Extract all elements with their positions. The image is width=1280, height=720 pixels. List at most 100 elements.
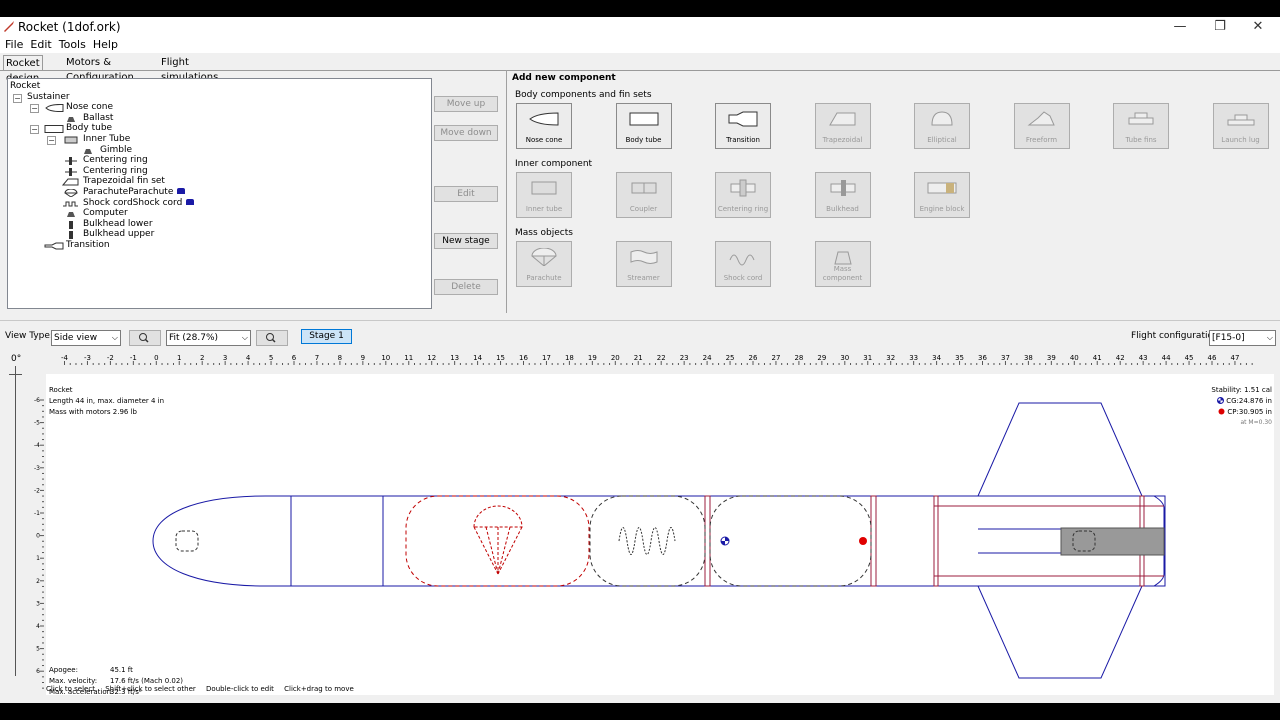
shock-cord-icon: [63, 201, 78, 207]
trapezoidal-icon: [828, 112, 855, 126]
add-streamer-button[interactable]: Streamer: [615, 241, 672, 287]
stage-1-button[interactable]: Stage 1: [301, 329, 352, 344]
menu-tools[interactable]: Tools: [57, 37, 88, 53]
flight-config-select[interactable]: [F15-0] ⌵: [1209, 330, 1276, 346]
tab-rocket-design[interactable]: Rocket design: [3, 55, 43, 84]
freeform-icon: [1027, 111, 1055, 126]
add-mass-component-button[interactable]: Mass component: [814, 241, 871, 287]
tree-node-label[interactable]: Trapezoidal fin set: [83, 176, 165, 187]
ring-icon: [65, 167, 77, 176]
new-stage-button[interactable]: New stage: [434, 233, 498, 249]
ruler-top-label: 20: [611, 354, 620, 362]
add-trapezoidal-button[interactable]: Trapezoidal: [814, 103, 871, 149]
component-button-label: Freeform: [1025, 136, 1058, 144]
close-button[interactable]: ✕: [1238, 17, 1278, 37]
tree-node-label[interactable]: Centering ring: [83, 155, 148, 166]
ruler-top-label: 18: [565, 354, 574, 362]
tree-expander-toggle[interactable]: −: [30, 104, 39, 114]
rotation-slider-thumb[interactable]: [9, 374, 22, 375]
mass-icon: [67, 212, 75, 218]
nose-cone-icon: [529, 112, 559, 126]
ruler-top-label: -4: [61, 354, 69, 362]
ruler-top-label: 11: [404, 354, 413, 362]
add-body-tube-button[interactable]: Body tube: [615, 103, 672, 149]
menu-edit[interactable]: Edit: [28, 37, 53, 53]
apogee-value: 45.1 ft: [110, 666, 133, 674]
zoom-out-icon: [139, 333, 149, 343]
ruler-left-label: 4: [36, 623, 40, 630]
add-bulkhead-button[interactable]: Bulkhead: [814, 172, 871, 218]
ruler-top-label: 9: [361, 354, 365, 362]
ruler-top-label: 40: [1070, 354, 1079, 362]
tree-node-label[interactable]: ParachuteParachute: [83, 187, 186, 198]
tree-node-label[interactable]: Gimble: [100, 145, 132, 156]
tree-node-label[interactable]: Inner Tube: [83, 134, 130, 145]
tree-expander-toggle[interactable]: −: [30, 125, 39, 135]
tree-expander-toggle[interactable]: −: [47, 136, 56, 145]
mass-component-icon: [833, 251, 852, 265]
tree-node-label[interactable]: Computer: [83, 208, 128, 219]
add-coupler-button[interactable]: Coupler: [615, 172, 672, 218]
ruler-top-label: 29: [817, 354, 826, 362]
tree-node-label[interactable]: Body tube: [66, 123, 112, 134]
ruler-left-label: -3: [34, 465, 40, 472]
add-nose-cone-button[interactable]: Nose cone: [516, 103, 572, 149]
menu-help[interactable]: Help: [91, 37, 120, 53]
add-freeform-button[interactable]: Freeform: [1013, 103, 1070, 149]
tree-node-label[interactable]: Bulkhead upper: [83, 229, 154, 240]
tree-node-label[interactable]: Nose cone: [66, 102, 113, 113]
ruler-top-label: 45: [1185, 354, 1194, 362]
component-tree[interactable]: Rocket − Sustainer − Nose cone Ballast − Body t…: [7, 78, 432, 309]
component-button-label: Centering ring: [717, 205, 769, 213]
chevron-down-icon: ⌵: [241, 333, 248, 342]
add-tube-fins-button[interactable]: Tube fins: [1113, 103, 1169, 149]
section-title-inner: Inner component: [515, 159, 593, 169]
tree-node-label[interactable]: Ballast: [83, 113, 113, 124]
add-inner-tube-button[interactable]: Inner tube: [516, 172, 572, 218]
ring-icon: [65, 157, 77, 166]
edit-button[interactable]: Edit: [434, 186, 498, 202]
app-rocket-icon: [4, 21, 14, 32]
view-type-value: Side view: [54, 333, 98, 343]
add-engine-block-button[interactable]: Engine block: [914, 172, 970, 218]
tree-node-label[interactable]: Transition: [66, 240, 110, 251]
move-up-button[interactable]: Move up: [434, 96, 498, 112]
tree-node-label[interactable]: Shock cordShock cord: [83, 198, 195, 209]
rocket-figure-canvas[interactable]: Rocket Length 44 in, max. diameter 4 in …: [46, 374, 1274, 696]
delete-button[interactable]: Delete: [434, 279, 498, 295]
ruler-top-label: 31: [863, 354, 872, 362]
ruler-top-label: 46: [1208, 354, 1217, 362]
shock-cord-icon: [729, 254, 755, 266]
tree-node-label[interactable]: Sustainer: [27, 92, 70, 103]
zoom-out-button[interactable]: [129, 330, 161, 346]
ruler-top-label: 21: [634, 354, 643, 362]
view-type-select[interactable]: Side view ⌵: [51, 330, 121, 346]
add-transition-button[interactable]: Transition: [715, 103, 771, 149]
add-centering-ring-button[interactable]: Centering ring: [715, 172, 771, 218]
tree-node-label[interactable]: Rocket: [10, 81, 40, 92]
add-shock-cord-button[interactable]: Shock cord: [715, 241, 771, 287]
mass-override-icon: [186, 198, 195, 205]
zoom-select[interactable]: Fit (28.7%) ⌵: [166, 330, 251, 346]
add-launch-lug-button[interactable]: Launch lug: [1212, 103, 1269, 149]
move-down-button[interactable]: Move down: [434, 125, 498, 141]
menu-file[interactable]: File: [3, 37, 25, 53]
ruler-top-label: 27: [771, 354, 780, 362]
tab-motors-configuration[interactable]: Motors & Configuration: [64, 55, 136, 83]
zoom-in-button[interactable]: [256, 330, 288, 346]
rotation-slider[interactable]: [15, 366, 16, 676]
maximize-button[interactable]: ❐: [1200, 17, 1240, 37]
ruler-top-label: 22: [657, 354, 666, 362]
rocket-drawing[interactable]: [46, 374, 1274, 695]
add-elliptical-button[interactable]: Elliptical: [914, 103, 970, 149]
ruler-top-label: 32: [886, 354, 895, 362]
tab-flight-simulations[interactable]: Flight simulations: [159, 55, 220, 83]
component-button-label: Shock cord: [723, 274, 763, 282]
tree-node-label[interactable]: Bulkhead lower: [83, 219, 153, 230]
tree-node-label[interactable]: Centering ring: [83, 166, 148, 177]
tree-expander-toggle[interactable]: −: [13, 93, 22, 103]
component-button-label: Elliptical: [927, 136, 957, 144]
add-parachute-button[interactable]: Parachute: [516, 241, 572, 287]
minimize-button[interactable]: —: [1160, 17, 1200, 37]
bulkhead-icon: [69, 231, 73, 240]
